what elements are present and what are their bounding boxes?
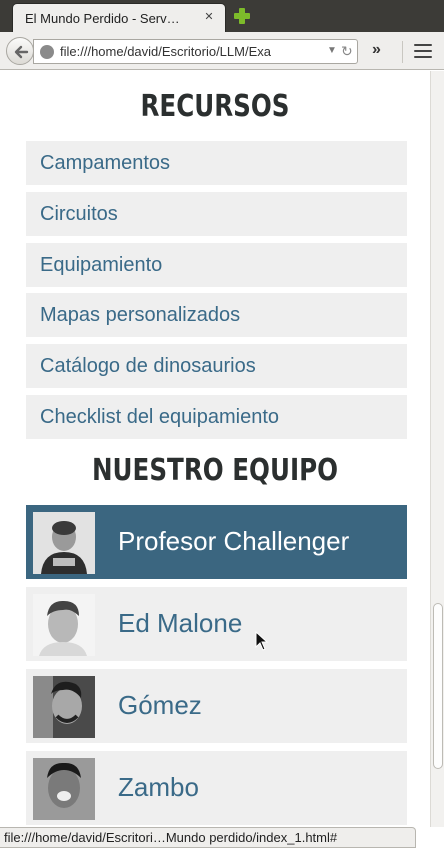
avatar (33, 594, 95, 656)
reload-icon[interactable]: ↻ (341, 43, 353, 60)
avatar (33, 512, 95, 574)
resource-item-label: Equipamiento (40, 254, 163, 276)
resource-item-label: Catálogo de dinosaurios (40, 355, 256, 377)
toolbar-separator (402, 41, 403, 63)
resource-item-campamentos[interactable]: Campamentos (26, 141, 407, 185)
tab-bar: El Mundo Perdido - Serv… ✕ (0, 0, 444, 32)
resource-item-label: Mapas personalizados (40, 304, 241, 326)
page-content: RECURSOS Campamentos Circuitos Equipamie… (0, 71, 430, 827)
resource-item-equipamiento[interactable]: Equipamiento (26, 243, 407, 287)
close-icon[interactable]: ✕ (201, 9, 217, 25)
resource-item-label: Checklist del equipamiento (40, 406, 280, 428)
vertical-scrollbar[interactable] (430, 71, 444, 827)
team-member-ed-malone[interactable]: Ed Malone (26, 587, 407, 661)
status-url: file:///home/david/Escritori…Mundo perdi… (4, 830, 338, 845)
resource-item-circuitos[interactable]: Circuitos (26, 192, 407, 236)
globe-icon (40, 45, 54, 59)
navigation-bar: file:///home/david/Escritorio/LLM/Exa ▼ … (0, 32, 444, 70)
overflow-chevron-icon[interactable]: » (372, 41, 381, 59)
team-member-zambo[interactable]: Zambo (26, 751, 407, 825)
team-member-name: Ed Malone (118, 608, 243, 638)
resources-heading: RECURSOS (140, 89, 290, 124)
team-member-challenger[interactable]: Profesor Challenger (26, 505, 407, 579)
resource-item-label: Campamentos (40, 152, 171, 174)
resource-item-mapas[interactable]: Mapas personalizados (26, 293, 407, 337)
avatar (33, 758, 95, 820)
mouse-cursor-icon (255, 631, 269, 651)
resource-item-catalogo[interactable]: Catálogo de dinosaurios (26, 344, 407, 388)
url-bar[interactable]: file:///home/david/Escritorio/LLM/Exa ▼ … (33, 39, 358, 64)
team-member-name: Zambo (118, 772, 199, 802)
plus-icon[interactable] (234, 8, 250, 24)
scrollbar-thumb[interactable] (433, 603, 443, 769)
arrow-left-icon (14, 45, 29, 59)
url-text: file:///home/david/Escritorio/LLM/Exa (60, 44, 271, 59)
resource-item-checklist[interactable]: Checklist del equipamiento (26, 395, 407, 439)
team-member-gomez[interactable]: Gómez (26, 669, 407, 743)
resource-item-label: Circuitos (40, 203, 118, 225)
browser-tab[interactable]: El Mundo Perdido - Serv… ✕ (12, 3, 226, 32)
back-button[interactable] (6, 37, 34, 65)
team-member-name: Profesor Challenger (118, 526, 350, 556)
status-bar: file:///home/david/Escritori…Mundo perdi… (0, 827, 416, 848)
avatar (33, 676, 95, 738)
team-heading: NUESTRO EQUIPO (91, 453, 339, 488)
team-member-name: Gómez (118, 690, 202, 720)
hamburger-menu-icon[interactable] (414, 44, 432, 58)
dropdown-arrow-icon[interactable]: ▼ (327, 45, 337, 56)
tab-title: El Mundo Perdido - Serv… (25, 11, 180, 26)
